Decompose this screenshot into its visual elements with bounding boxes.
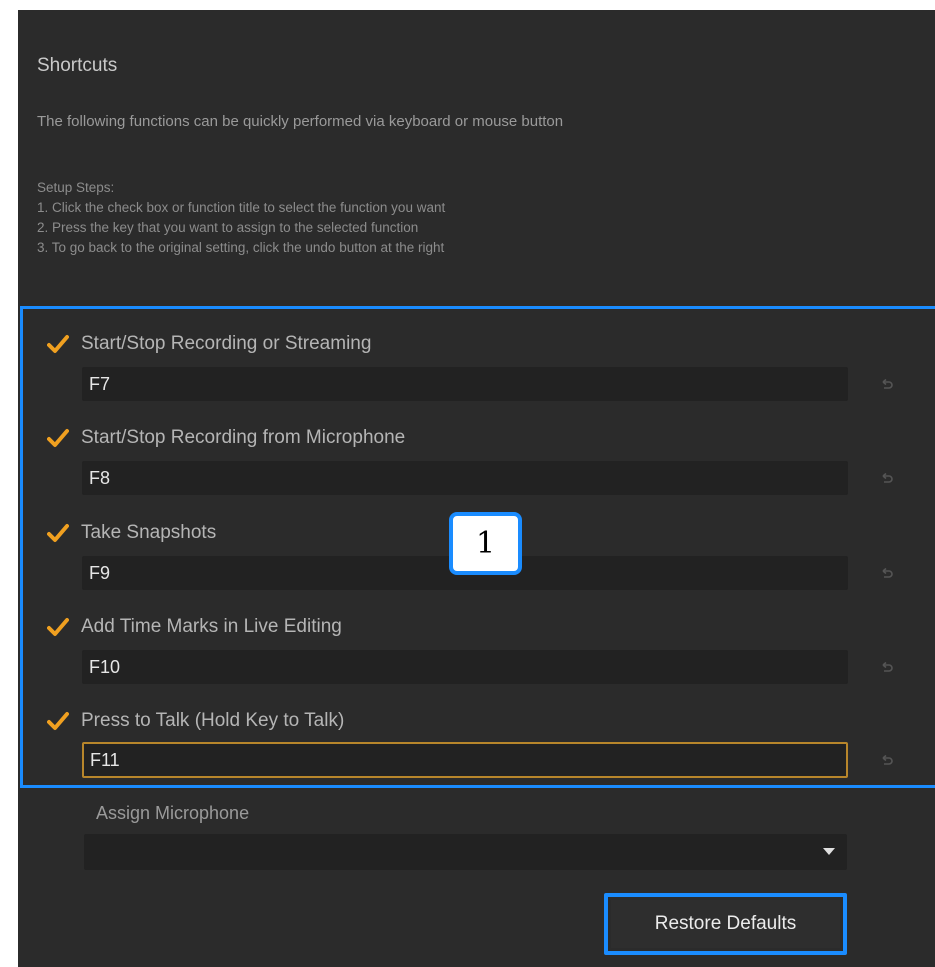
shortcut-label: Press to Talk (Hold Key to Talk) xyxy=(81,710,345,731)
undo-icon[interactable] xyxy=(878,659,896,677)
intro-text: The following functions can be quickly p… xyxy=(37,113,564,130)
assign-microphone-label: Assign Microphone xyxy=(96,803,250,823)
undo-icon[interactable] xyxy=(878,470,896,488)
shortcut-label: Take Snapshots xyxy=(81,522,217,543)
restore-defaults-button[interactable]: Restore Defaults xyxy=(611,900,840,948)
checkmark-icon xyxy=(47,710,69,732)
setup-steps: Setup Steps: 1. Click the check box or f… xyxy=(37,178,445,258)
undo-icon[interactable] xyxy=(878,376,896,394)
checkmark-icon xyxy=(47,333,69,355)
setup-step: 2. Press the key that you want to assign… xyxy=(37,220,419,235)
setup-heading: Setup Steps: xyxy=(37,180,115,195)
checkmark-icon xyxy=(47,522,69,544)
setup-step: 1. Click the check box or function title… xyxy=(37,200,446,215)
shortcut-key-field[interactable]: F8 xyxy=(82,461,848,495)
undo-icon[interactable] xyxy=(878,565,896,583)
checkmark-icon xyxy=(47,616,69,638)
dropdown-arrow-icon xyxy=(823,848,835,855)
shortcut-label: Start/Stop Recording from Microphone xyxy=(81,427,406,448)
shortcut-checkbox-recording[interactable]: Start/Stop Recording or Streaming xyxy=(47,330,371,358)
checkmark-icon xyxy=(47,427,69,449)
shortcut-checkbox-press-to-talk[interactable]: Press to Talk (Hold Key to Talk) xyxy=(47,707,344,735)
shortcut-key-field[interactable]: F7 xyxy=(82,367,848,401)
shortcut-label: Start/Stop Recording or Streaming xyxy=(81,333,372,354)
shortcut-key-field-active[interactable]: F11 xyxy=(82,742,848,778)
callout-badge: 1 xyxy=(449,512,522,575)
shortcut-checkbox-time-marks[interactable]: Add Time Marks in Live Editing xyxy=(47,613,342,641)
shortcut-checkbox-snapshots[interactable]: Take Snapshots xyxy=(47,519,216,547)
setup-step: 3. To go back to the original setting, c… xyxy=(37,240,445,255)
shortcut-key-field[interactable]: F10 xyxy=(82,650,848,684)
shortcut-label: Add Time Marks in Live Editing xyxy=(81,616,342,637)
section-title: Shortcuts xyxy=(37,55,118,76)
microphone-dropdown[interactable] xyxy=(84,834,847,870)
undo-icon[interactable] xyxy=(878,752,896,770)
shortcut-checkbox-microphone[interactable]: Start/Stop Recording from Microphone xyxy=(47,424,405,452)
